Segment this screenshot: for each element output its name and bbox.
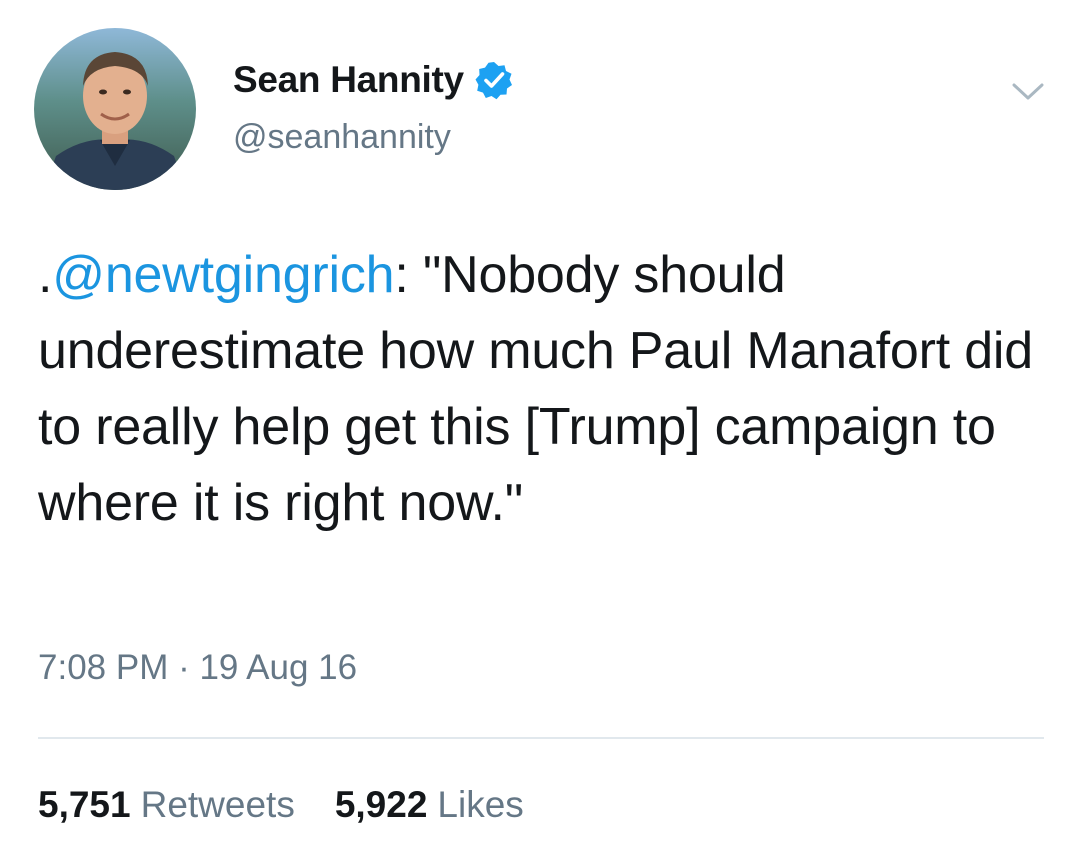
tweet-timestamp[interactable]: 7:08 PM · 19 Aug 16 <box>38 648 357 688</box>
avatar-image <box>34 28 196 190</box>
tweet-card: Sean Hannity @seanhannity .@newtgingrich… <box>0 0 1079 864</box>
likes-count: 5,922 <box>334 784 428 825</box>
author-display-name[interactable]: Sean Hannity <box>233 59 464 101</box>
author-name-row: Sean Hannity <box>233 56 514 104</box>
tweet-text-prefix: . <box>38 246 53 304</box>
mention-link[interactable]: @newtgingrich <box>52 246 394 304</box>
tweet-text: .@newtgingrich: "Nobody should underesti… <box>38 237 1048 541</box>
verified-badge-icon <box>474 60 514 100</box>
author-avatar[interactable] <box>34 28 196 190</box>
chevron-down-icon[interactable] <box>1010 80 1046 104</box>
retweets-stat[interactable]: 5,751 Retweets <box>38 784 295 826</box>
retweets-label: Retweets <box>140 784 295 825</box>
likes-stat[interactable]: 5,922 Likes <box>335 784 524 826</box>
divider <box>38 737 1044 739</box>
tweet-stats: 5,751 Retweets 5,922 Likes <box>38 784 564 826</box>
likes-label: Likes <box>437 784 524 825</box>
retweets-count: 5,751 <box>38 784 131 825</box>
author-handle[interactable]: @seanhannity <box>233 118 451 157</box>
